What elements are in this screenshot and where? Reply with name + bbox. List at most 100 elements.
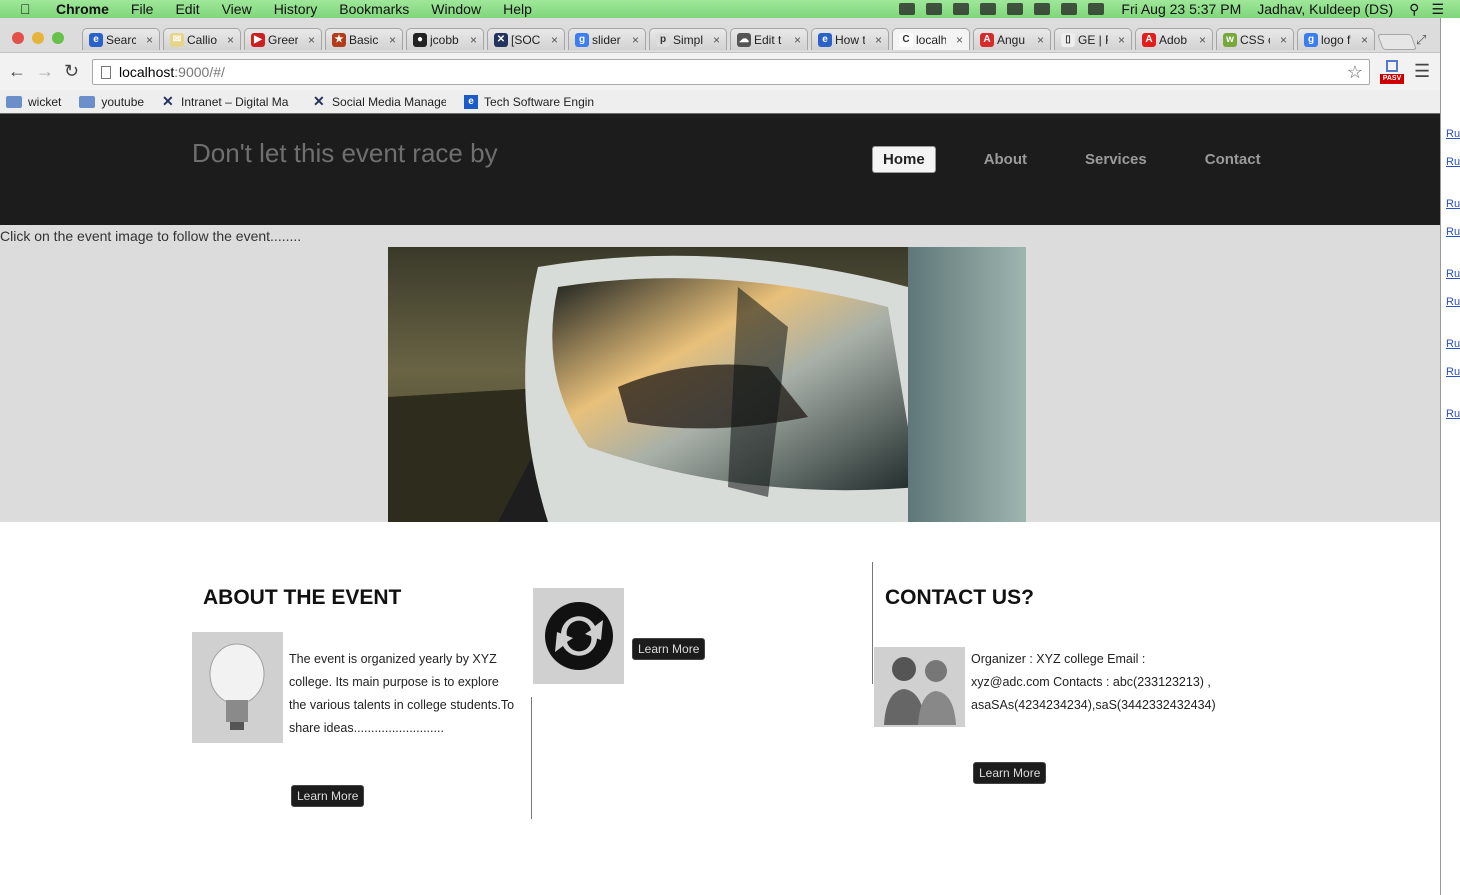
zoom-window-button[interactable] xyxy=(52,32,64,44)
tab-favicon-icon: ▯ xyxy=(1061,32,1075,47)
browser-tab[interactable]: Clocalh × xyxy=(892,28,970,50)
column-divider xyxy=(531,697,532,819)
browser-tab[interactable]: g slider × xyxy=(568,28,646,50)
new-tab-button[interactable] xyxy=(1377,34,1417,50)
tab-close-icon[interactable]: × xyxy=(470,33,477,47)
close-window-button[interactable] xyxy=(12,32,24,44)
menu-file[interactable]: File xyxy=(131,1,154,17)
browser-tab[interactable]: A Adob × xyxy=(1135,28,1213,50)
wifi-tray-icon[interactable] xyxy=(1034,3,1051,15)
fullscreen-icon[interactable]: ⤢ xyxy=(1416,32,1426,48)
tab-label: [SOCI xyxy=(511,32,541,47)
tab-close-icon[interactable]: × xyxy=(146,33,153,47)
bluetooth-tray-icon[interactable] xyxy=(1007,3,1024,15)
nav-about[interactable]: About xyxy=(974,147,1037,172)
tab-favicon-icon: ☁ xyxy=(737,32,751,47)
back-icon[interactable]: ← xyxy=(8,61,26,82)
menu-edit[interactable]: Edit xyxy=(175,1,199,17)
tab-close-icon[interactable]: × xyxy=(1361,33,1368,47)
tab-close-icon[interactable]: × xyxy=(389,33,396,47)
nav-services[interactable]: Services xyxy=(1075,147,1157,172)
reload-icon[interactable]: ↻ xyxy=(64,61,79,82)
bookmark-star-icon[interactable]: ☆ xyxy=(1347,62,1363,83)
services-learn-more-button[interactable]: Learn More xyxy=(632,638,706,660)
minimize-window-button[interactable] xyxy=(32,32,44,44)
address-bar[interactable]: localhost:9000/#/ ☆ xyxy=(92,59,1370,85)
tab-close-icon[interactable]: × xyxy=(1199,33,1206,47)
menu-bookmarks[interactable]: Bookmarks xyxy=(339,1,409,17)
tab-label: GE | F xyxy=(1078,32,1108,47)
side-strip-link[interactable]: Ru xyxy=(1446,268,1460,280)
menu-window[interactable]: Window xyxy=(431,1,481,17)
bookmark-social-media[interactable]: ✕ Social Media Manage xyxy=(313,93,446,110)
menu-app[interactable]: Chrome xyxy=(56,1,109,17)
about-text: The event is organized yearly by XYZ col… xyxy=(289,652,515,735)
tab-close-icon[interactable]: × xyxy=(227,33,234,47)
tab-favicon-icon: A xyxy=(980,32,994,47)
browser-tab[interactable]: ▶ Greer × xyxy=(244,28,322,50)
folder-tray-icon[interactable] xyxy=(899,3,916,15)
volume-tray-icon[interactable] xyxy=(1061,3,1078,15)
browser-tab[interactable]: e Searc × xyxy=(82,28,160,50)
battery-monitor-tray-icon[interactable] xyxy=(953,3,970,15)
browser-tab[interactable]: ✕ [SOCI × xyxy=(487,28,565,50)
apple-icon[interactable]:  xyxy=(20,1,40,17)
bookmark-intranet[interactable]: ✕ Intranet – Digital Ma xyxy=(162,93,295,110)
tab-close-icon[interactable]: × xyxy=(632,33,639,47)
menu-help[interactable]: Help xyxy=(503,1,532,17)
tab-close-icon[interactable]: × xyxy=(794,33,801,47)
tab-label: Simpl xyxy=(673,32,703,47)
tab-close-icon[interactable]: × xyxy=(956,33,963,47)
browser-tab[interactable]: ☁ Edit t × xyxy=(730,28,808,50)
tab-close-icon[interactable]: × xyxy=(1280,33,1287,47)
browser-tab[interactable]: A Angu × xyxy=(973,28,1051,50)
contact-learn-more-button[interactable]: Learn More xyxy=(973,762,1047,784)
browser-tab[interactable]: p Simpl × xyxy=(649,28,727,50)
time-machine-tray-icon[interactable] xyxy=(980,3,997,15)
x-logo-icon: ✕ xyxy=(313,93,325,109)
browser-tab[interactable]: ● jcobb × xyxy=(406,28,484,50)
menubar-user[interactable]: Jadhav, Kuldeep (DS) xyxy=(1257,1,1393,17)
browser-tab[interactable]: wCSS c × xyxy=(1216,28,1294,50)
side-strip-link[interactable]: Ru xyxy=(1446,156,1460,168)
browser-tab[interactable]: g logo f × xyxy=(1297,28,1375,50)
browser-tab[interactable]: ★ Basic × xyxy=(325,28,403,50)
side-strip-link[interactable]: Ru xyxy=(1446,408,1460,420)
battery-tray-icon[interactable] xyxy=(1088,3,1105,15)
nav-home[interactable]: Home xyxy=(872,146,936,173)
bookmark-youtube[interactable]: youtube xyxy=(79,95,144,109)
bookmark-wicket[interactable]: wicket xyxy=(6,95,61,109)
chrome-menu-icon[interactable]: ☰ xyxy=(1414,61,1430,82)
tab-close-icon[interactable]: × xyxy=(713,33,720,47)
side-strip-link[interactable]: Ru xyxy=(1446,128,1460,140)
tab-close-icon[interactable]: × xyxy=(1118,33,1125,47)
side-strip-link[interactable]: Ru xyxy=(1446,226,1460,238)
bookmark-tech-software[interactable]: e Tech Software Engin xyxy=(464,94,598,109)
tab-close-icon[interactable]: × xyxy=(875,33,882,47)
side-strip-link[interactable]: Ru xyxy=(1446,296,1460,308)
shield-tray-icon[interactable] xyxy=(926,3,943,15)
folder-icon xyxy=(6,95,22,108)
menu-history[interactable]: History xyxy=(274,1,318,17)
event-image[interactable] xyxy=(388,247,1026,522)
side-strip-link[interactable]: Ru xyxy=(1446,338,1460,350)
about-learn-more-button[interactable]: Learn More xyxy=(291,785,365,807)
notification-list-icon[interactable]: ☰ xyxy=(1431,1,1444,18)
tab-close-icon[interactable]: × xyxy=(308,33,315,47)
tab-close-icon[interactable]: × xyxy=(551,33,558,47)
browser-tab[interactable]: ✉ Callio × xyxy=(163,28,241,50)
browser-tab[interactable]: ▯GE | F × xyxy=(1054,28,1132,50)
side-strip-link[interactable]: Ru xyxy=(1446,366,1460,378)
menubar-clock[interactable]: Fri Aug 23 5:37 PM xyxy=(1121,1,1241,17)
spotlight-icon[interactable]: ⚲ xyxy=(1409,1,1419,18)
tab-close-icon[interactable]: × xyxy=(1037,33,1044,47)
side-strip-link[interactable]: Ru xyxy=(1446,198,1460,210)
site-nav: Home About Services Contact xyxy=(872,146,1309,173)
tab-favicon-icon: g xyxy=(575,32,589,47)
nav-contact[interactable]: Contact xyxy=(1195,147,1271,172)
menu-view[interactable]: View xyxy=(222,1,252,17)
pasv-extension-icon[interactable]: PASV xyxy=(1380,60,1404,84)
browser-tab[interactable]: e How t × xyxy=(811,28,889,50)
forward-icon[interactable]: → xyxy=(36,61,54,82)
people-icon xyxy=(874,647,965,727)
